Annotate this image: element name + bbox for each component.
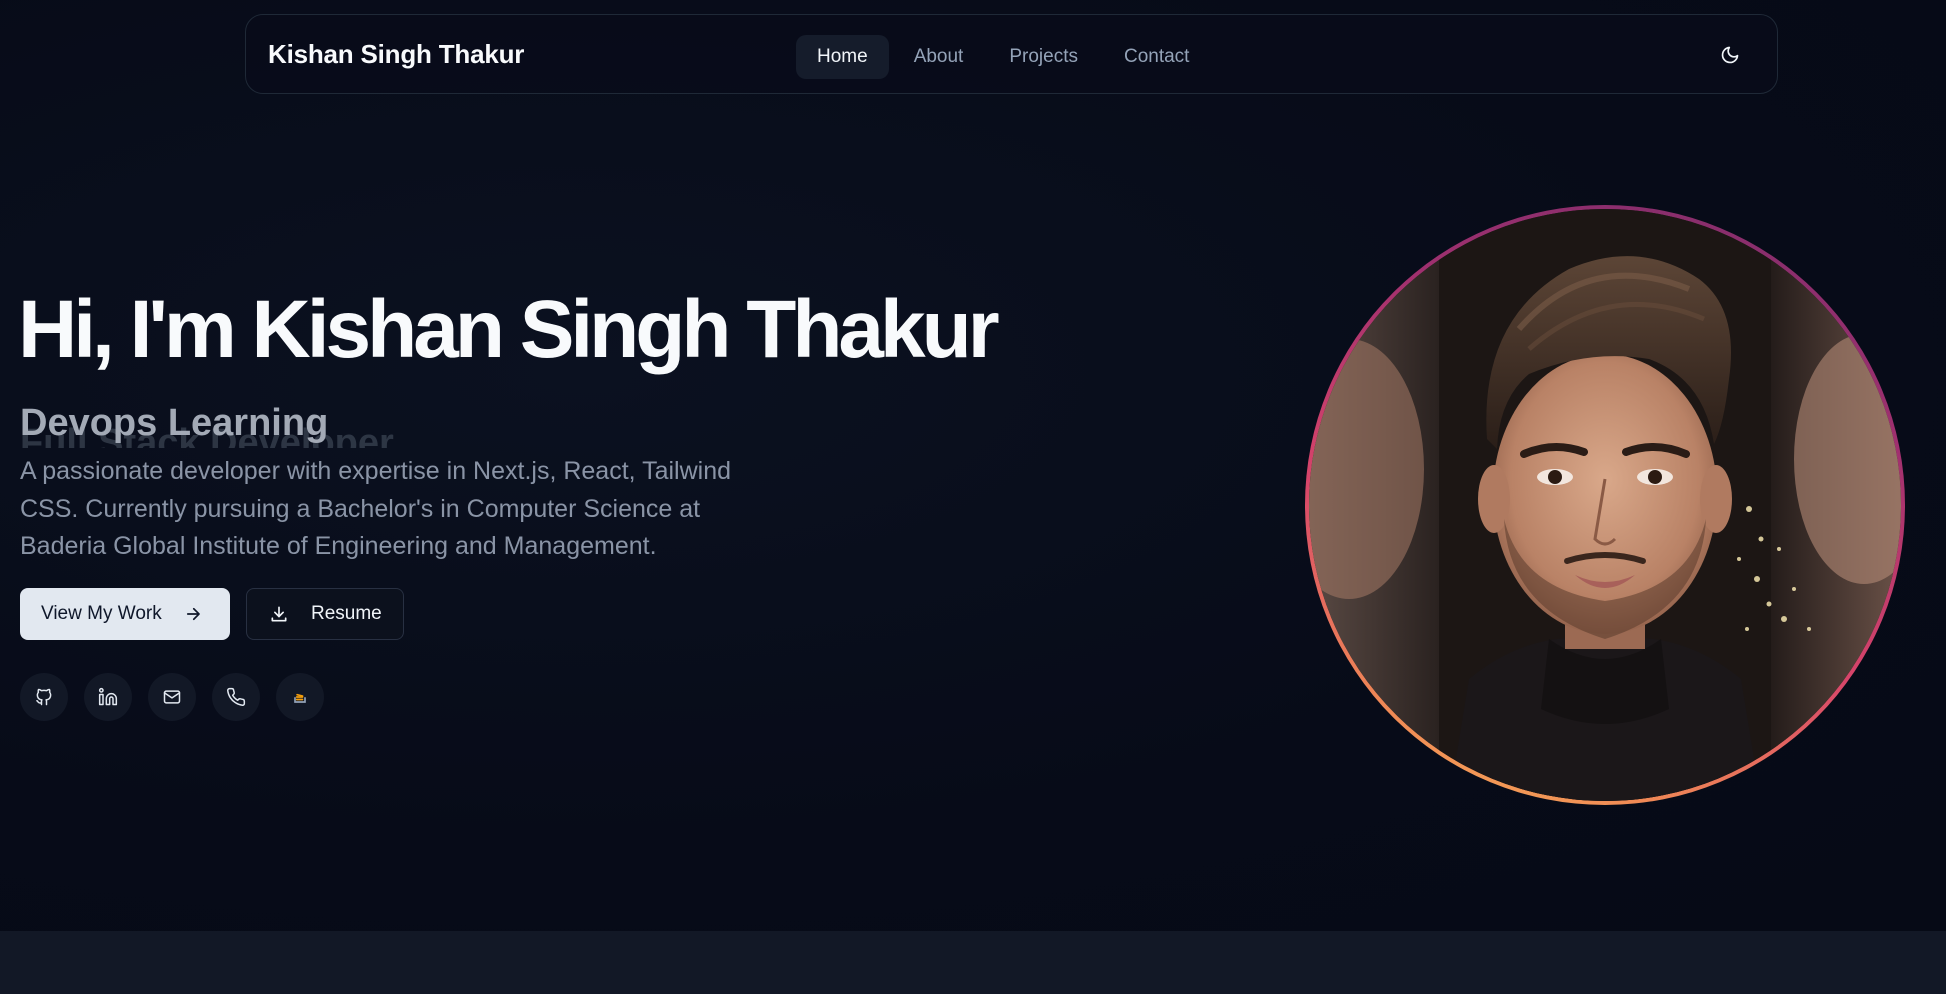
view-my-work-button[interactable]: View My Work: [20, 588, 230, 640]
profile-photo-ring: [1305, 205, 1905, 805]
resume-label: Resume: [311, 603, 382, 624]
nav-link-projects[interactable]: Projects: [988, 35, 1099, 79]
arrow-right-icon: [186, 607, 200, 621]
resume-button[interactable]: Resume: [246, 588, 404, 640]
view-my-work-label: View My Work: [41, 603, 162, 624]
theme-toggle-button[interactable]: [1714, 39, 1746, 71]
profile-photo: [1309, 209, 1901, 801]
hero-description: A passionate developer with expertise in…: [20, 457, 732, 560]
download-icon: [271, 606, 287, 622]
phone-link[interactable]: [212, 673, 260, 721]
nav-links: Home About Projects Contact: [796, 35, 1210, 79]
brand-name[interactable]: Kishan Singh Thakur: [268, 39, 524, 70]
navbar: Kishan Singh Thakur Home About Projects …: [245, 14, 1778, 94]
email-link[interactable]: [148, 673, 196, 721]
nav-link-home[interactable]: Home: [796, 35, 889, 79]
nav-link-contact[interactable]: Contact: [1103, 35, 1210, 79]
github-icon: [36, 688, 52, 706]
phone-icon: [227, 687, 246, 706]
stackoverflow-link[interactable]: [276, 673, 324, 721]
role-current: Devops Learning: [20, 402, 329, 444]
social-links: [20, 673, 324, 721]
moon-icon: [1721, 46, 1739, 64]
github-link[interactable]: [20, 673, 68, 721]
stackoverflow-icon: [294, 693, 306, 703]
nav-link-about[interactable]: About: [893, 35, 985, 79]
next-section-edge: [0, 931, 1946, 994]
mail-icon: [163, 690, 181, 704]
hero-title: Hi, I'm Kishan Singh Thakur: [18, 284, 1000, 375]
role-typewriter: Full Stack Developer Devops Learning: [20, 398, 440, 448]
linkedin-icon: [98, 687, 118, 706]
linkedin-link[interactable]: [84, 673, 132, 721]
